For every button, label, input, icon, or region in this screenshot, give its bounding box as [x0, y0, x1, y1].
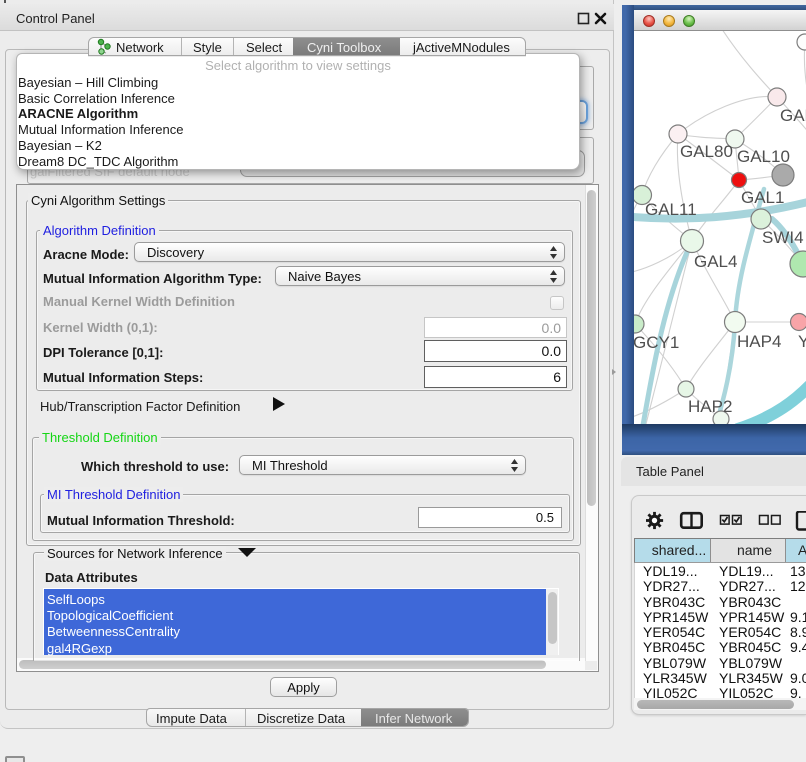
svg-text:Y: Y: [798, 332, 806, 351]
svg-text:GAL7: GAL7: [780, 106, 806, 125]
svg-text:GAL10: GAL10: [737, 147, 790, 166]
svg-text:SWI4: SWI4: [762, 228, 804, 247]
svg-text:GCY1: GCY1: [634, 333, 679, 352]
svg-text:GAL80: GAL80: [680, 142, 733, 161]
svg-text:GAL1: GAL1: [741, 188, 784, 207]
svg-text:GAL11: GAL11: [645, 200, 697, 219]
svg-text:HAP4: HAP4: [737, 332, 781, 351]
svg-text:GAL4: GAL4: [694, 252, 737, 271]
svg-text:HAP2: HAP2: [688, 397, 732, 416]
